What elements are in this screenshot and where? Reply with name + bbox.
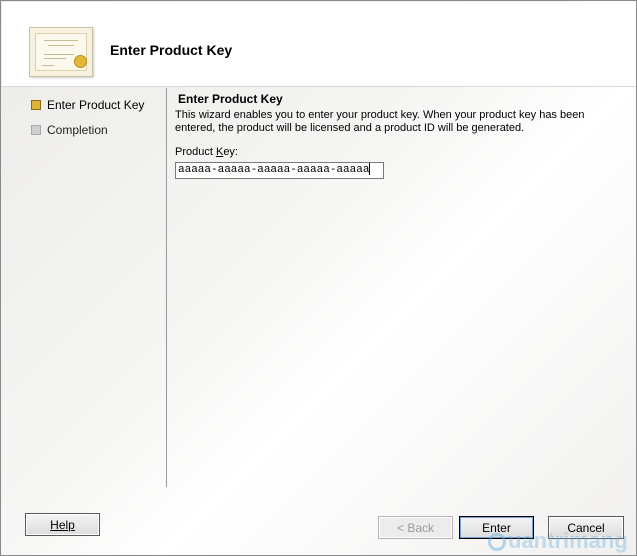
watermark-q-icon: [488, 533, 506, 552]
header-divider: [2, 86, 636, 87]
wizard-description: This wizard enables you to enter your pr…: [175, 109, 585, 134]
step-active-icon: [31, 100, 41, 110]
step-enter-product-key: Enter Product Key: [31, 97, 144, 113]
step-label: Enter Product Key: [47, 98, 145, 112]
product-key-label: Product Key:: [175, 146, 238, 158]
watermark-logo: uantrimang: [488, 528, 628, 554]
page-title: Enter Product Key: [110, 42, 233, 58]
wizard-header: Enter Product Key: [2, 2, 636, 86]
section-title: Enter Product Key: [178, 92, 283, 106]
certificate-icon: [29, 27, 93, 77]
product-key-value: aaaaa-aaaaa-aaaaa-aaaaa-aaaaa: [178, 164, 370, 176]
step-completion: Completion: [31, 122, 108, 138]
help-button[interactable]: Help: [25, 513, 100, 536]
wizard-window: Enter Product Key Enter Product Key Comp…: [0, 0, 637, 556]
vertical-divider: [166, 88, 167, 487]
product-key-input[interactable]: aaaaa-aaaaa-aaaaa-aaaaa-aaaaa: [175, 162, 384, 179]
step-inactive-icon: [31, 125, 41, 135]
back-button[interactable]: < Back: [378, 516, 453, 539]
step-label: Completion: [47, 123, 108, 137]
